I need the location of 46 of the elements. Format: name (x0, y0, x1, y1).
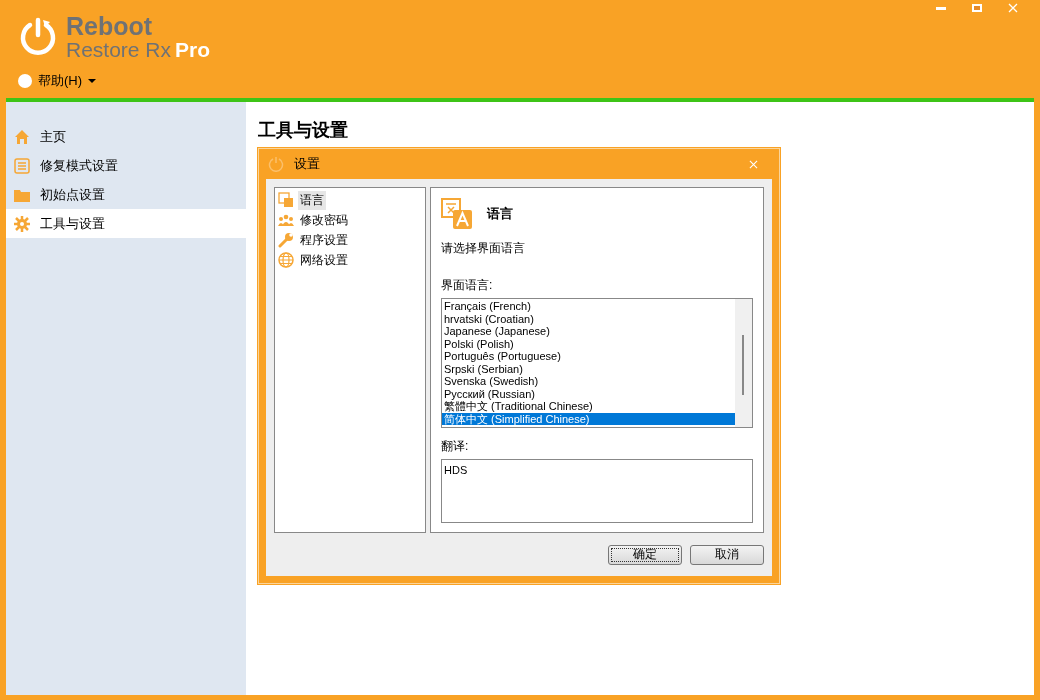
section-title: 语言 (487, 205, 513, 223)
sidebar-item[interactable]: 工具与设置 (6, 209, 246, 238)
close-icon[interactable] (749, 159, 758, 169)
globe-icon (278, 252, 294, 268)
settings-nav-item[interactable]: 语言 (278, 190, 422, 210)
language-option[interactable]: Português (Portuguese) (442, 350, 735, 363)
settings-nav-item[interactable]: 网络设置 (278, 250, 422, 270)
logo-title: Reboot (66, 14, 154, 39)
page-title: 工具与设置 (258, 119, 348, 142)
language-option[interactable]: 简体中文 (Simplified Chinese) (442, 412, 735, 425)
language-option[interactable]: Français (French) (442, 300, 735, 313)
language-option[interactable]: hrvatski (Croatian) (442, 312, 735, 325)
settings-nav-item[interactable]: 程序设置 (278, 230, 422, 250)
language-option[interactable]: Polski (Polish) (442, 337, 735, 350)
list-icon (14, 157, 30, 174)
power-icon (268, 156, 284, 172)
language-option[interactable]: 繁體中文 (Traditional Chinese) (442, 400, 735, 413)
help-menu-label[interactable]: 帮助(H) (38, 72, 83, 90)
settings-nav-item[interactable]: 修改密码 (278, 210, 422, 230)
sidebar-item[interactable]: 修复模式设置 (6, 151, 246, 180)
scrollbar[interactable] (735, 299, 752, 427)
language-list[interactable] (441, 298, 753, 428)
logo-edition: Pro (175, 39, 211, 60)
translation-label: 翻译: (441, 438, 470, 455)
dialog-title: 设置 (294, 155, 320, 173)
sidebar-item[interactable]: 初始点设置 (6, 180, 246, 209)
translation-field[interactable]: HDS (441, 459, 753, 523)
logo-subtitle: Restore Rx (66, 39, 172, 60)
language-option[interactable]: Japanese (Japanese) (442, 325, 735, 338)
minimize-icon[interactable] (936, 6, 946, 10)
section-description: 请选择界面语言 (441, 240, 526, 257)
cancel-button[interactable]: 取消 (690, 544, 764, 565)
language-option[interactable]: Srpski (Serbian) (442, 362, 735, 375)
settings-icon (14, 215, 30, 232)
language-label: 界面语言: (441, 277, 494, 294)
ok-button[interactable]: 确定 (608, 544, 682, 565)
caret-icon (88, 79, 97, 83)
close-icon[interactable] (1008, 3, 1018, 13)
people-icon (278, 212, 294, 228)
maximize-icon[interactable] (972, 4, 982, 12)
wrench-icon (278, 232, 294, 248)
home-icon (14, 128, 30, 145)
language-option[interactable]: Русский (Russian) (442, 387, 735, 400)
sidebar-item[interactable]: 主页 (6, 122, 246, 151)
power-logo-icon (18, 17, 58, 57)
language-option[interactable]: Svenska (Swedish) (442, 375, 735, 388)
